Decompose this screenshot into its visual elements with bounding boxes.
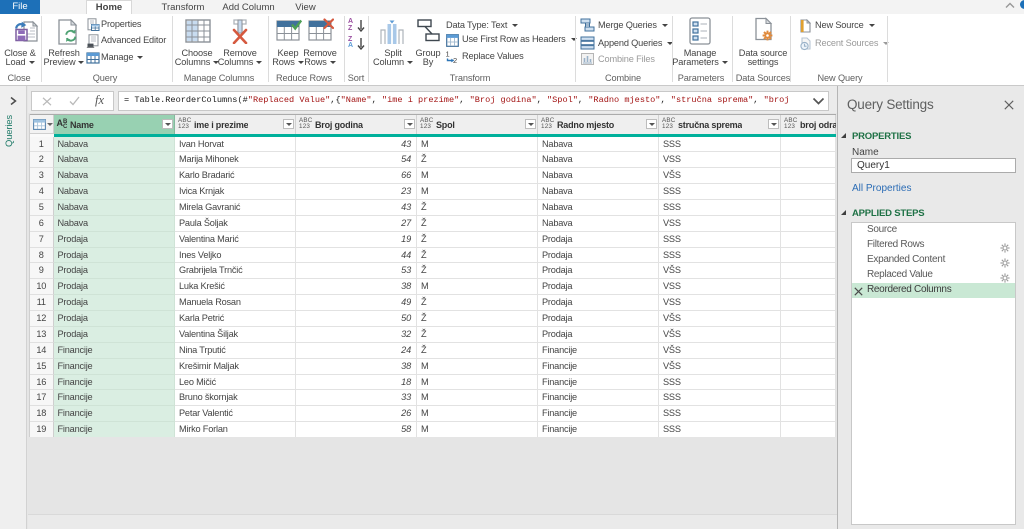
svg-text:2: 2 xyxy=(453,56,457,64)
svg-text:1: 1 xyxy=(446,50,450,59)
